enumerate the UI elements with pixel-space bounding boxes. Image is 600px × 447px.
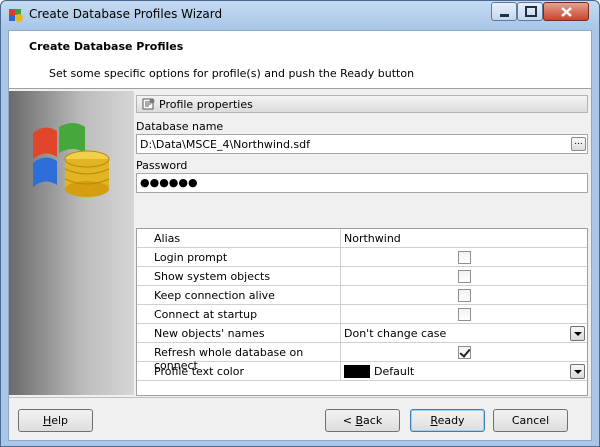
new-objects-names-select[interactable]: Don't change case [341,324,587,343]
table-row: Connect at startup [137,305,587,324]
wizard-footer: Help < Back Ready Cancel [9,397,591,440]
password-label: Password [136,159,188,172]
cancel-button[interactable]: Cancel [493,409,568,432]
properties-panel: Profile properties Database name D:\Data… [136,91,591,396]
maximize-button[interactable] [517,2,543,21]
wizard-window: Create Database Profiles Wizard Create D… [0,0,600,447]
table-row: Alias Northwind [137,229,587,248]
profile-options-grid: Alias Northwind Login prompt Show system… [136,228,588,396]
option-name: New objects' names [137,324,341,343]
database-name-label: Database name [136,120,224,133]
option-name: Refresh whole database on connect [137,343,341,372]
side-banner [9,91,134,395]
table-row: Profile text color Default [137,362,587,381]
database-name-value: D:\Data\MSCE_4\Northwind.sdf [140,138,311,151]
login-prompt-checkbox[interactable] [458,251,471,264]
connect-at-startup-checkbox[interactable] [458,308,471,321]
database-name-field[interactable]: D:\Data\MSCE_4\Northwind.sdf ... [136,134,588,154]
keep-connection-alive-checkbox[interactable] [458,289,471,302]
maximize-icon [525,6,537,17]
back-label-mnemonic: B [355,414,364,427]
refresh-whole-database-checkbox[interactable] [458,346,471,359]
alias-input[interactable]: Northwind [341,229,587,248]
profile-properties-header: Profile properties [136,95,588,113]
close-icon [561,7,572,17]
option-name: Connect at startup [137,305,341,324]
password-value: ●●●●●● [140,176,198,189]
option-name: Show system objects [137,267,341,286]
option-name: Alias [137,229,341,248]
table-row: Show system objects [137,267,587,286]
help-button[interactable]: Help [18,409,93,432]
chevron-down-icon[interactable] [570,326,585,341]
close-button[interactable] [543,2,589,21]
ready-label-mnemonic: R [430,414,438,427]
minimize-icon [500,14,509,17]
ready-button[interactable]: Ready [410,409,485,432]
title-bar[interactable]: Create Database Profiles Wizard [1,1,599,29]
back-label: ack [363,414,383,427]
page-subtitle: Set some specific options for profile(s)… [49,67,415,80]
color-swatch [344,365,370,378]
table-row: New objects' names Don't change case [137,324,587,343]
properties-icon [142,98,155,110]
window-title: Create Database Profiles Wizard [29,7,223,21]
browse-button[interactable]: ... [571,137,586,151]
minimize-button[interactable] [491,2,517,21]
database-logo-icon [33,123,110,197]
help-label-mnemonic: H [42,414,52,427]
show-system-objects-checkbox[interactable] [458,270,471,283]
back-button[interactable]: < Back [325,409,400,432]
profile-text-color-select[interactable]: Default [341,362,587,381]
ready-label: eady [437,414,465,427]
password-field[interactable]: ●●●●●● [136,173,588,193]
back-label-prefix: < [342,414,356,427]
option-name: Profile text color [137,362,341,381]
wizard-header: Create Database Profiles Set some specif… [9,31,591,89]
page-title: Create Database Profiles [29,40,184,53]
table-row: Keep connection alive [137,286,587,305]
database-wizard-icon [9,9,23,22]
help-label: elp [51,414,69,427]
chevron-down-icon[interactable] [570,364,585,379]
table-row: Refresh whole database on connect [137,343,587,372]
wizard-client-area: Create Database Profiles Set some specif… [8,30,592,441]
profile-properties-title: Profile properties [159,98,253,111]
table-row: Login prompt [137,248,587,267]
option-name: Keep connection alive [137,286,341,305]
option-name: Login prompt [137,248,341,267]
